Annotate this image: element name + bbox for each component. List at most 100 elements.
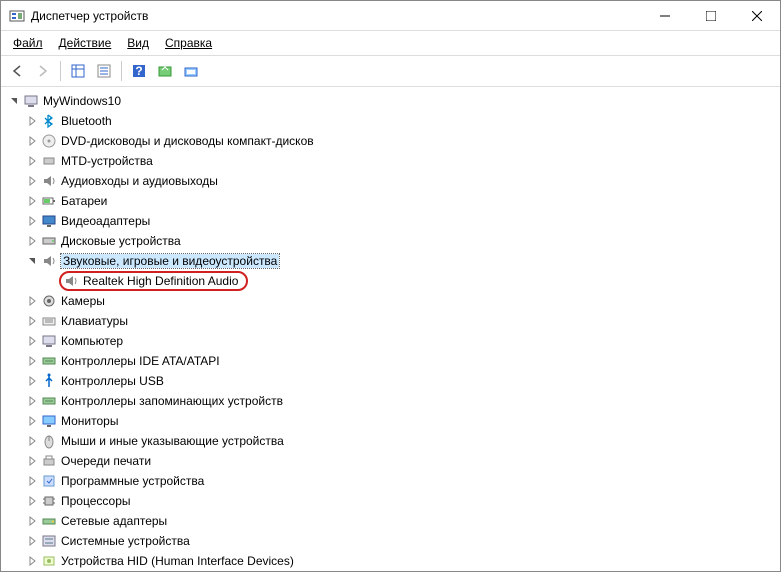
hid-icon xyxy=(41,553,57,569)
forward-button[interactable] xyxy=(31,59,55,83)
tree-item[interactable]: Мониторы xyxy=(3,411,778,431)
expander-icon[interactable] xyxy=(25,314,39,328)
speaker-icon xyxy=(41,173,57,189)
tree-item-child[interactable]: Realtek High Definition Audio xyxy=(3,271,778,291)
tree-item[interactable]: Программные устройства xyxy=(3,471,778,491)
expander-icon[interactable] xyxy=(25,534,39,548)
help-button[interactable]: ? xyxy=(127,59,151,83)
controller-icon xyxy=(41,393,57,409)
device-tree[interactable]: MyWindows10 Bluetooth DVD-дисководы и диск… xyxy=(1,87,780,569)
expander-icon[interactable] xyxy=(25,354,39,368)
titlebar: Диспетчер устройств xyxy=(1,1,780,31)
expander-icon[interactable] xyxy=(25,294,39,308)
back-button[interactable] xyxy=(5,59,29,83)
expander-icon[interactable] xyxy=(25,234,39,248)
close-button[interactable] xyxy=(734,1,780,30)
tree-item[interactable]: Очереди печати xyxy=(3,451,778,471)
toolbar-separator xyxy=(60,61,61,81)
tree-item[interactable]: Камеры xyxy=(3,291,778,311)
disc-icon xyxy=(41,133,57,149)
expander-icon[interactable] xyxy=(25,494,39,508)
tree-root[interactable]: MyWindows10 xyxy=(3,91,778,111)
expander-icon[interactable] xyxy=(25,414,39,428)
menu-file[interactable]: Файл xyxy=(5,33,51,53)
expander-icon[interactable] xyxy=(25,374,39,388)
tree-item-label: Компьютер xyxy=(61,334,123,348)
tree-item[interactable]: DVD-дисководы и дисководы компакт-дисков xyxy=(3,131,778,151)
expander-icon[interactable] xyxy=(25,434,39,448)
tree-item-label: Контроллеры USB xyxy=(61,374,164,388)
tree-item[interactable]: Контроллеры IDE ATA/ATAPI xyxy=(3,351,778,371)
tree-item-label: DVD-дисководы и дисководы компакт-дисков xyxy=(61,134,314,148)
expander-icon[interactable] xyxy=(7,94,21,108)
expander-icon[interactable] xyxy=(25,154,39,168)
tree-item-label: MTD-устройства xyxy=(61,154,153,168)
tree-item[interactable]: Видеоадаптеры xyxy=(3,211,778,231)
properties-button[interactable] xyxy=(92,59,116,83)
maximize-button[interactable] xyxy=(688,1,734,30)
printer-icon xyxy=(41,453,57,469)
tree-item[interactable]: Сетевые адаптеры xyxy=(3,511,778,531)
expander-icon[interactable] xyxy=(25,194,39,208)
usb-icon xyxy=(41,373,57,389)
computer-icon xyxy=(23,93,39,109)
expander-icon[interactable] xyxy=(25,474,39,488)
tree-item[interactable]: Системные устройства xyxy=(3,531,778,551)
minimize-button[interactable] xyxy=(642,1,688,30)
tree-item[interactable]: Процессоры xyxy=(3,491,778,511)
show-hide-button[interactable] xyxy=(66,59,90,83)
bluetooth-icon xyxy=(41,113,57,129)
tree-item[interactable]: Дисковые устройства xyxy=(3,231,778,251)
tree-item-label: Bluetooth xyxy=(61,114,112,128)
tree-item[interactable]: Компьютер xyxy=(3,331,778,351)
highlighted-device: Realtek High Definition Audio xyxy=(59,271,248,291)
tree-item-label: Дисковые устройства xyxy=(61,234,181,248)
tree-item[interactable]: Звуковые, игровые и видеоустройства xyxy=(3,251,778,271)
expander-icon[interactable] xyxy=(25,454,39,468)
keyboard-icon xyxy=(41,313,57,329)
tree-item[interactable]: Bluetooth xyxy=(3,111,778,131)
generic-icon xyxy=(41,153,57,169)
tree-item-label: Клавиатуры xyxy=(61,314,128,328)
tree-item[interactable]: Устройства HID (Human Interface Devices) xyxy=(3,551,778,569)
tree-item[interactable]: Аудиовходы и аудиовыходы xyxy=(3,171,778,191)
tree-item[interactable]: MTD-устройства xyxy=(3,151,778,171)
tree-item-label: Контроллеры запоминающих устройств xyxy=(61,394,283,408)
menu-action[interactable]: Действие xyxy=(51,33,120,53)
expander-icon[interactable] xyxy=(25,174,39,188)
tree-item-label: Системные устройства xyxy=(61,534,190,548)
tree-item-label: Мониторы xyxy=(61,414,118,428)
expander-icon[interactable] xyxy=(25,554,39,568)
toolbar-separator xyxy=(121,61,122,81)
speaker-icon xyxy=(63,273,79,289)
toolbar: ? xyxy=(1,56,780,87)
expander-icon[interactable] xyxy=(25,134,39,148)
tree-item-label: Устройства HID (Human Interface Devices) xyxy=(61,554,294,568)
tree-item-label: Процессоры xyxy=(61,494,131,508)
expander-icon[interactable] xyxy=(25,394,39,408)
expander-icon[interactable] xyxy=(25,334,39,348)
window-controls xyxy=(642,1,780,30)
menu-view[interactable]: Вид xyxy=(119,33,157,53)
mouse-icon xyxy=(41,433,57,449)
tree-item[interactable]: Мыши и иные указывающие устройства xyxy=(3,431,778,451)
menu-help[interactable]: Справка xyxy=(157,33,220,53)
tree-item[interactable]: Контроллеры запоминающих устройств xyxy=(3,391,778,411)
tree-item-label: Программные устройства xyxy=(61,474,204,488)
hdd-icon xyxy=(41,233,57,249)
tree-item-label: Мыши и иные указывающие устройства xyxy=(61,434,284,448)
camera-icon xyxy=(41,293,57,309)
expander-icon[interactable] xyxy=(25,254,39,268)
expander-icon[interactable] xyxy=(25,214,39,228)
show-hidden-devices-button[interactable] xyxy=(179,59,203,83)
tree-item-label: Видеоадаптеры xyxy=(61,214,150,228)
tree-item[interactable]: Клавиатуры xyxy=(3,311,778,331)
computer-icon xyxy=(41,333,57,349)
scan-hardware-button[interactable] xyxy=(153,59,177,83)
svg-text:?: ? xyxy=(135,64,142,78)
expander-icon[interactable] xyxy=(25,114,39,128)
expander-icon[interactable] xyxy=(25,514,39,528)
tree-item[interactable]: Контроллеры USB xyxy=(3,371,778,391)
tree-item-label: Звуковые, игровые и видеоустройства xyxy=(61,254,279,268)
tree-item[interactable]: Батареи xyxy=(3,191,778,211)
